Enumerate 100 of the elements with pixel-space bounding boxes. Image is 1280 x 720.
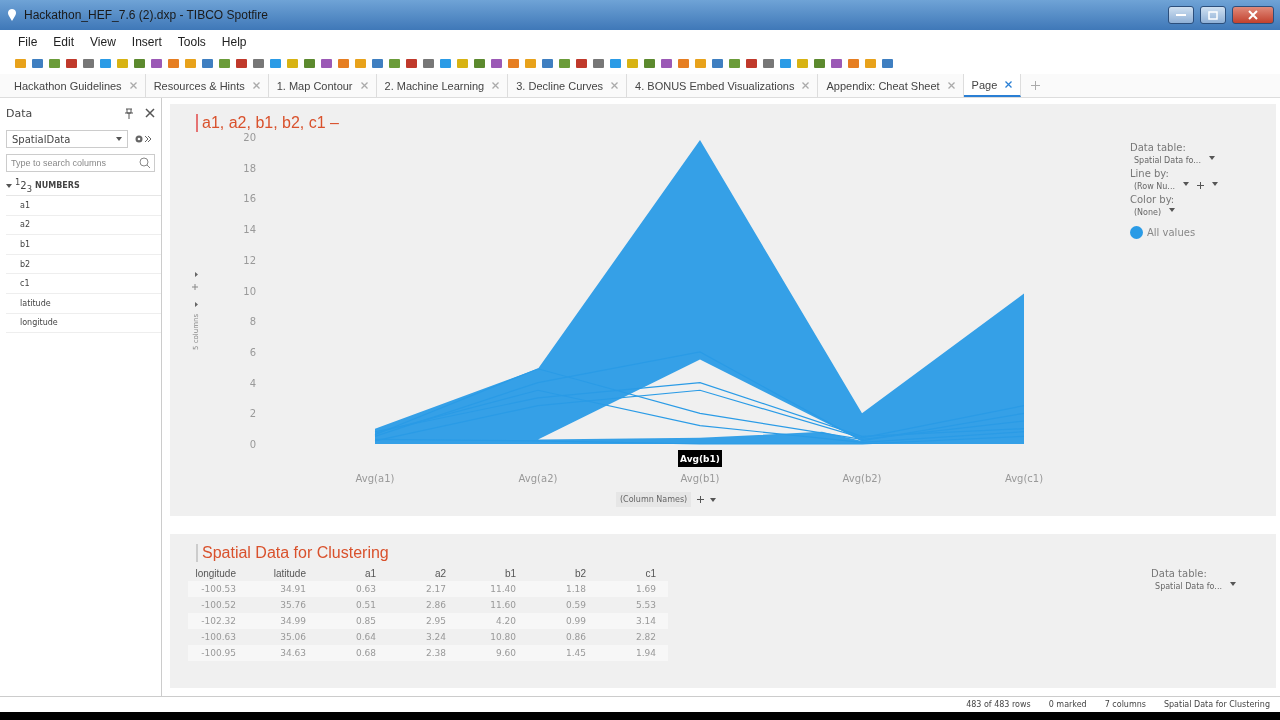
tool-icon[interactable] [337,56,350,70]
tool-icon[interactable] [473,56,486,70]
axis-selector-control[interactable] [191,272,199,307]
page-tab[interactable]: 2. Machine Learning [376,74,509,97]
column-item[interactable]: longitude [6,313,161,334]
caret-icon[interactable] [1208,156,1215,160]
tool-icon[interactable] [745,56,758,70]
data-table-dropdown[interactable]: SpatialData [6,130,128,148]
caret-icon[interactable] [1230,582,1236,586]
page-tab[interactable]: 3. Decline Curves [508,74,628,97]
tool-icon[interactable] [847,56,860,70]
tool-icon[interactable] [167,56,180,70]
tool-icon[interactable] [762,56,775,70]
tool-icon[interactable] [779,56,792,70]
column-item[interactable]: b2 [6,254,161,275]
column-item[interactable]: b1 [6,235,161,255]
gear-icon[interactable] [134,134,152,144]
tool-icon[interactable] [677,56,690,70]
tool-icon[interactable] [133,56,146,70]
plus-icon[interactable] [1197,182,1204,189]
close-button[interactable] [1232,6,1274,24]
tool-icon[interactable] [150,56,163,70]
caret-icon[interactable] [1212,182,1218,186]
menu-item[interactable]: View [82,35,124,49]
page-tab[interactable]: Resources & Hints [145,74,269,97]
line-by-dropdown[interactable]: (Row Nu... [1134,182,1175,191]
tool-icon[interactable] [490,56,503,70]
axis-label: Avg(a2) [518,473,558,484]
tool-icon[interactable] [643,56,656,70]
column-header[interactable]: longitude [188,566,248,581]
tool-icon[interactable] [558,56,571,70]
menu-item[interactable]: Tools [169,35,214,49]
tool-icon[interactable] [65,56,78,70]
menu-item[interactable]: Help [213,35,255,49]
tool-icon[interactable] [235,56,248,70]
caret-icon[interactable] [116,137,122,141]
menu-item[interactable]: Insert [123,35,170,49]
search-field[interactable]: Type to search columns [6,154,155,172]
column-item[interactable]: c1 [6,274,161,294]
page-tab[interactable]: 4. BONUS Embed Visualizations [627,74,819,97]
menu-item[interactable]: Edit [45,35,83,49]
tool-icon[interactable] [660,56,673,70]
caret-icon[interactable] [1183,182,1189,186]
page-tab[interactable]: Appendix: Cheat Sheet [818,74,964,97]
tool-icon[interactable] [609,56,622,70]
table-cell: -100.53 [188,581,248,597]
add-tab-icon[interactable] [1031,81,1041,90]
tool-icon[interactable] [269,56,282,70]
pin-icon[interactable] [125,107,133,119]
tool-icon[interactable] [48,56,61,70]
close-icon[interactable] [145,108,155,118]
column-header[interactable]: c1 [598,566,668,581]
page-tab[interactable]: 1. Map Contour [268,74,377,97]
plus-icon[interactable] [697,496,705,503]
minimize-button[interactable] [1168,6,1194,24]
tool-icon[interactable] [303,56,316,70]
tool-icon[interactable] [252,56,265,70]
column-item[interactable]: a1 [6,196,161,216]
tool-icon[interactable] [218,56,231,70]
tool-icon[interactable] [422,56,435,70]
column-header[interactable]: b2 [528,566,598,581]
caret-icon[interactable] [1169,208,1176,212]
tool-icon[interactable] [320,56,333,70]
tool-icon[interactable] [388,56,401,70]
column-header[interactable]: a1 [318,566,388,581]
color-by-dropdown[interactable]: (None) [1134,208,1162,217]
y-tick-label: 4 [249,377,256,389]
column-names-selector[interactable]: (Column Names) [616,492,692,507]
tool-icon[interactable] [541,56,554,70]
caret-icon[interactable] [710,497,717,502]
tool-icon[interactable] [439,56,452,70]
tool-icon[interactable] [830,56,843,70]
column-item[interactable]: latitude [6,293,161,314]
tool-icon[interactable] [711,56,724,70]
table-cell: 9.60 [458,645,528,661]
tool-icon[interactable] [592,56,605,70]
column-item[interactable]: a2 [6,215,161,236]
tool-icon[interactable] [881,56,894,70]
tool-icon[interactable] [728,56,741,70]
tool-icon[interactable] [405,56,418,70]
tool-icon[interactable] [371,56,384,70]
tool-icon[interactable] [507,56,520,70]
page-tab[interactable]: Page [963,74,1022,97]
data-table-dropdown[interactable]: Spatial Data fo... [1155,582,1222,591]
tool-icon[interactable] [82,56,95,70]
tool-icon[interactable] [575,56,588,70]
tool-icon[interactable] [99,56,112,70]
column-header[interactable]: latitude [248,566,318,581]
tool-icon[interactable] [201,56,214,70]
page-tab[interactable]: Hackathon Guidelines [6,74,146,97]
tool-icon[interactable] [813,56,826,70]
menu-item[interactable]: File [10,35,46,49]
column-header[interactable]: b1 [458,566,528,581]
data-table-dropdown[interactable]: Spatial Data fo... [1134,156,1201,165]
maximize-button[interactable] [1200,6,1226,24]
tooltip: Avg(b1) [678,450,722,467]
column-header[interactable]: a2 [388,566,458,581]
close-icon[interactable] [1005,81,1013,88]
tool-icon[interactable] [31,56,44,70]
expander-icon[interactable] [6,182,12,189]
